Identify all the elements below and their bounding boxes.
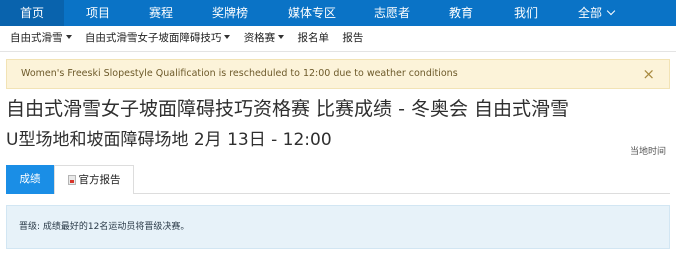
tab-official-report[interactable]: 官方报告 xyxy=(54,165,134,194)
page-title: 自由式滑雪女子坡面障碍技巧资格赛 比赛成绩 - 冬奥会 自由式滑雪 xyxy=(6,98,570,120)
nav-item-volunteers[interactable]: 志愿者 xyxy=(374,0,410,26)
local-time-toggle[interactable]: 当地时间 xyxy=(630,144,666,157)
tab-official-report-label: 官方报告 xyxy=(78,174,121,186)
breadcrumb-label: 自由式滑雪女子坡面障碍技巧 xyxy=(84,32,222,44)
caret-down-icon xyxy=(224,35,231,39)
nav-item-all-label: 全部 xyxy=(578,6,603,20)
chevron-down-icon xyxy=(606,6,616,16)
tab-results[interactable]: 成绩 xyxy=(6,165,54,194)
top-navigation: 首页 项目 赛程 奖牌榜 媒体专区 志愿者 教育 我们 全部 xyxy=(0,0,676,26)
qualification-info-text: 晋级: 成绩最好的12名运动员将晋级决赛。 xyxy=(19,222,190,232)
breadcrumb-label: 资格赛 xyxy=(243,32,276,44)
nav-item-media[interactable]: 媒体专区 xyxy=(288,0,336,26)
divider xyxy=(0,51,676,52)
breadcrumb-item-discipline[interactable]: 自由式滑雪 xyxy=(10,30,72,45)
nav-item-medals[interactable]: 奖牌榜 xyxy=(212,0,248,26)
alert-text: Women's Freeski Slopestyle Qualification… xyxy=(21,68,458,79)
breadcrumb: 自由式滑雪 自由式滑雪女子坡面障碍技巧 资格赛 报名单 报告 xyxy=(10,30,373,48)
breadcrumb-item-event[interactable]: 自由式滑雪女子坡面障碍技巧 xyxy=(85,30,231,45)
nav-item-education[interactable]: 教育 xyxy=(449,0,473,26)
breadcrumb-item-reports[interactable]: 报告 xyxy=(342,30,363,45)
nav-item-home[interactable]: 首页 xyxy=(0,0,64,26)
qualification-info: 晋级: 成绩最好的12名运动员将晋级决赛。 xyxy=(6,205,670,249)
breadcrumb-item-phase[interactable]: 资格赛 xyxy=(244,30,285,45)
nav-item-sports[interactable]: 项目 xyxy=(86,0,110,26)
close-icon[interactable]: × xyxy=(642,60,655,88)
nav-item-about[interactable]: 我们 xyxy=(514,0,538,26)
caret-down-icon xyxy=(278,35,285,39)
breadcrumb-label: 自由式滑雪 xyxy=(10,32,63,44)
page-subtitle: U型场地和坡面障碍场地 2月 13日 - 12:00 xyxy=(6,130,332,150)
nav-item-schedule[interactable]: 赛程 xyxy=(149,0,173,26)
weather-alert: Women's Freeski Slopestyle Qualification… xyxy=(6,59,670,89)
breadcrumb-item-entry-list[interactable]: 报名单 xyxy=(298,30,330,45)
caret-down-icon xyxy=(65,35,72,39)
pdf-icon xyxy=(67,175,76,185)
nav-item-all[interactable]: 全部 xyxy=(578,0,616,26)
